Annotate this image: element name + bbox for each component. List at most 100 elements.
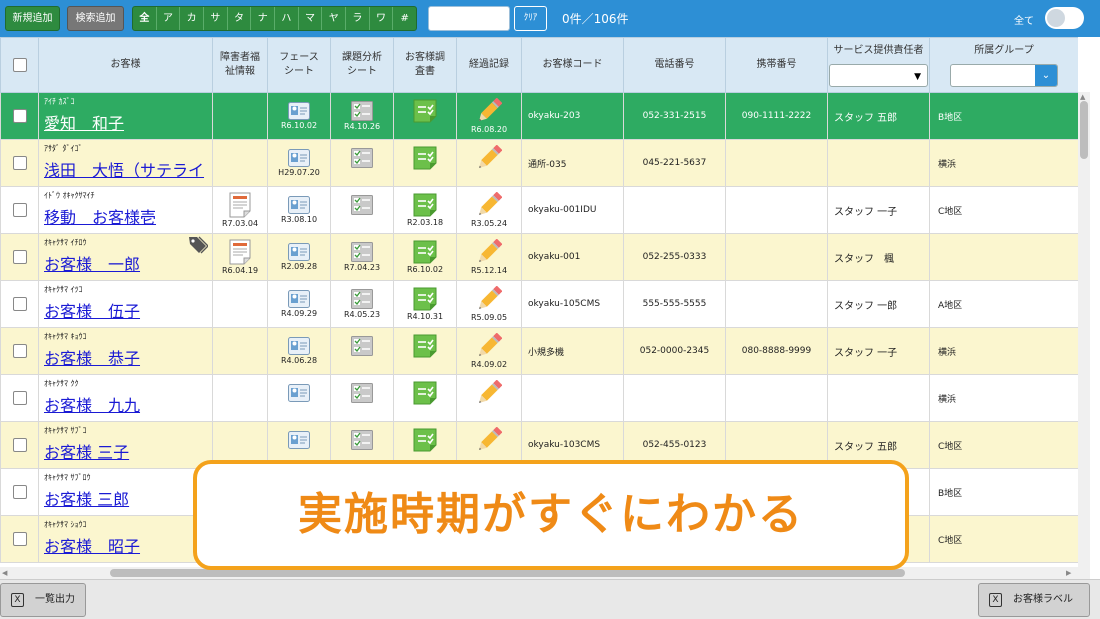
row-checkbox[interactable] (0, 233, 39, 281)
header-face-sheet[interactable]: フェース シート (267, 37, 331, 93)
kana-filter-0[interactable]: 全 (133, 7, 157, 30)
customer-name-link[interactable]: 浅田 大悟（サテライ (39, 157, 212, 181)
show-all-toggle[interactable] (1045, 7, 1084, 29)
kana-filter-2[interactable]: カ (180, 7, 205, 30)
header-issue-sheet[interactable]: 課題分析 シート (330, 37, 394, 93)
customer-name-link[interactable]: 愛知 和子 (39, 110, 212, 134)
header-progress-record[interactable]: 経過記録 (456, 37, 522, 93)
survey-cell[interactable] (393, 92, 457, 140)
customer-cell[interactable]: ｵｷｬｸｻﾏ ｼｮｳｺ お客様 昭子 (38, 515, 213, 563)
scroll-up-icon[interactable]: ▲ (1080, 93, 1085, 101)
disability-info-cell[interactable] (212, 374, 268, 422)
customer-name-link[interactable]: お客様 三子 (39, 439, 212, 463)
header-select-all[interactable] (0, 37, 39, 93)
scroll-left-icon[interactable]: ◀ (2, 569, 7, 577)
issue-analysis-cell[interactable] (330, 186, 394, 234)
row-checkbox[interactable] (0, 139, 39, 187)
disability-info-cell[interactable] (212, 92, 268, 140)
kana-filter-6[interactable]: ハ (275, 7, 299, 30)
table-row[interactable]: ｵｷｬｸｻﾏ ｲﾁﾛｳ お客様 一郎 R6.04.19 R2.09.28 R7.04.2… (0, 233, 1078, 281)
customer-cell[interactable]: ｱｲﾁ ｶｽﾞｺ 愛知 和子 (38, 92, 213, 140)
progress-record-cell[interactable] (456, 139, 522, 187)
survey-cell[interactable] (393, 139, 457, 187)
customer-cell[interactable]: ｵｷｬｸｻﾏ ｻﾌﾞｺ お客様 三子 (38, 421, 213, 469)
disability-info-cell[interactable]: R6.04.19 (212, 233, 268, 281)
issue-analysis-cell[interactable]: R4.05.23 (330, 280, 394, 328)
service-manager-select[interactable]: ▼ (829, 64, 928, 87)
face-sheet-cell[interactable]: R4.09.29 (267, 280, 331, 328)
header-group[interactable]: 所属グループ ⌄ (929, 37, 1078, 93)
row-checkbox[interactable] (0, 374, 39, 422)
customer-name-link[interactable]: お客様 九九 (39, 392, 212, 416)
customer-name-link[interactable]: お客様 恭子 (39, 345, 212, 369)
face-sheet-cell[interactable] (267, 374, 331, 422)
face-sheet-cell[interactable]: R4.06.28 (267, 327, 331, 375)
customer-name-link[interactable]: お客様 伍子 (39, 298, 212, 322)
header-customer-code[interactable]: お客様コード (521, 37, 624, 93)
kana-filter-7[interactable]: マ (299, 7, 323, 30)
survey-cell[interactable] (393, 374, 457, 422)
row-checkbox[interactable] (0, 92, 39, 140)
header-service-manager[interactable]: サービス提供責任者 ▼ (827, 37, 930, 93)
row-checkbox[interactable] (0, 327, 39, 375)
table-row[interactable]: ｵｷｬｸｻﾏ ｷｮｳｺ お客様 恭子 R4.06.28 R4.09.02 小規多機 052… (0, 327, 1078, 375)
group-select[interactable]: ⌄ (950, 64, 1058, 87)
vertical-scroll-thumb[interactable] (1080, 101, 1088, 159)
disability-info-cell[interactable] (212, 139, 268, 187)
clear-button[interactable]: ｸﾘｱ (514, 6, 547, 31)
disability-info-cell[interactable]: R7.03.04 (212, 186, 268, 234)
face-sheet-cell[interactable]: H29.07.20 (267, 139, 331, 187)
progress-record-cell[interactable]: R4.09.02 (456, 327, 522, 375)
new-customer-button[interactable]: 新規追加 (5, 6, 60, 31)
customer-cell[interactable]: ｵｷｬｸｻﾏ ｸｸ お客様 九九 (38, 374, 213, 422)
customer-cell[interactable]: ｵｷｬｸｻﾏ ｲﾁﾛｳ お客様 一郎 (38, 233, 213, 281)
face-sheet-cell[interactable]: R6.10.02 (267, 92, 331, 140)
survey-cell[interactable]: R6.10.02 (393, 233, 457, 281)
horizontal-scroll-thumb[interactable] (110, 569, 905, 577)
header-mobile[interactable]: 携帯番号 (725, 37, 828, 93)
customer-name-link[interactable]: お客様 一郎 (39, 251, 212, 275)
progress-record-cell[interactable]: R6.08.20 (456, 92, 522, 140)
row-checkbox[interactable] (0, 515, 39, 563)
customer-cell[interactable]: ｲﾄﾞｳ ｵｷｬｸｻﾏｲﾁ 移動 お客様壱 (38, 186, 213, 234)
row-checkbox[interactable] (0, 186, 39, 234)
scroll-right-icon[interactable]: ▶ (1066, 569, 1071, 577)
issue-analysis-cell[interactable] (330, 327, 394, 375)
table-row[interactable]: ｲﾄﾞｳ ｵｷｬｸｻﾏｲﾁ 移動 お客様壱 R7.03.04 R3.08.10 R2.0… (0, 186, 1078, 234)
kana-filter-8[interactable]: ヤ (322, 7, 347, 30)
table-row[interactable]: ｵｷｬｸｻﾏ ｲﾂｺ お客様 伍子 R4.09.29 R4.05.23 R4.10.31… (0, 280, 1078, 328)
customer-label-button[interactable]: X お客様ラベル (978, 583, 1090, 617)
customer-name-link[interactable]: お客様 三郎 (39, 486, 212, 510)
customer-name-link[interactable]: お客様 昭子 (39, 533, 212, 557)
search-add-button[interactable]: 検索追加 (67, 6, 124, 31)
table-row[interactable]: ｱｲﾁ ｶｽﾞｺ 愛知 和子 R6.10.02 R4.10.26 R6.08.20 oky… (0, 92, 1078, 140)
customer-cell[interactable]: ｵｷｬｸｻﾏ ｻﾌﾞﾛｳ お客様 三郎 (38, 468, 213, 516)
customer-name-link[interactable]: 移動 お客様壱 (39, 204, 212, 228)
issue-analysis-cell[interactable]: R4.10.26 (330, 92, 394, 140)
kana-filter-11[interactable]: # (393, 7, 416, 30)
customer-cell[interactable]: ｵｷｬｸｻﾏ ｲﾂｺ お客様 伍子 (38, 280, 213, 328)
survey-cell[interactable]: R4.10.31 (393, 280, 457, 328)
kana-filter-3[interactable]: サ (204, 7, 228, 30)
progress-record-cell[interactable] (456, 374, 522, 422)
kana-filter-4[interactable]: タ (228, 7, 252, 30)
export-list-button[interactable]: X 一覧出力 (0, 583, 86, 617)
kana-filter-5[interactable]: ナ (251, 7, 276, 30)
issue-analysis-cell[interactable]: R7.04.23 (330, 233, 394, 281)
kana-filter-1[interactable]: ア (157, 7, 181, 30)
face-sheet-cell[interactable]: R3.08.10 (267, 186, 331, 234)
table-row[interactable]: ｱｻﾀﾞ ﾀﾞｲｺﾞ 浅田 大悟（サテライ H29.07.20 通所-035 045-2… (0, 139, 1078, 187)
row-checkbox[interactable] (0, 280, 39, 328)
kana-filter-9[interactable]: ラ (346, 7, 370, 30)
disability-info-cell[interactable] (212, 327, 268, 375)
progress-record-cell[interactable]: R3.05.24 (456, 186, 522, 234)
progress-record-cell[interactable]: R5.12.14 (456, 233, 522, 281)
issue-analysis-cell[interactable] (330, 374, 394, 422)
survey-cell[interactable] (393, 327, 457, 375)
survey-cell[interactable]: R2.03.18 (393, 186, 457, 234)
header-phone[interactable]: 電話番号 (623, 37, 726, 93)
disability-info-cell[interactable] (212, 280, 268, 328)
vertical-scrollbar[interactable] (1078, 92, 1090, 567)
search-input[interactable] (428, 6, 510, 31)
customer-cell[interactable]: ｱｻﾀﾞ ﾀﾞｲｺﾞ 浅田 大悟（サテライ (38, 139, 213, 187)
